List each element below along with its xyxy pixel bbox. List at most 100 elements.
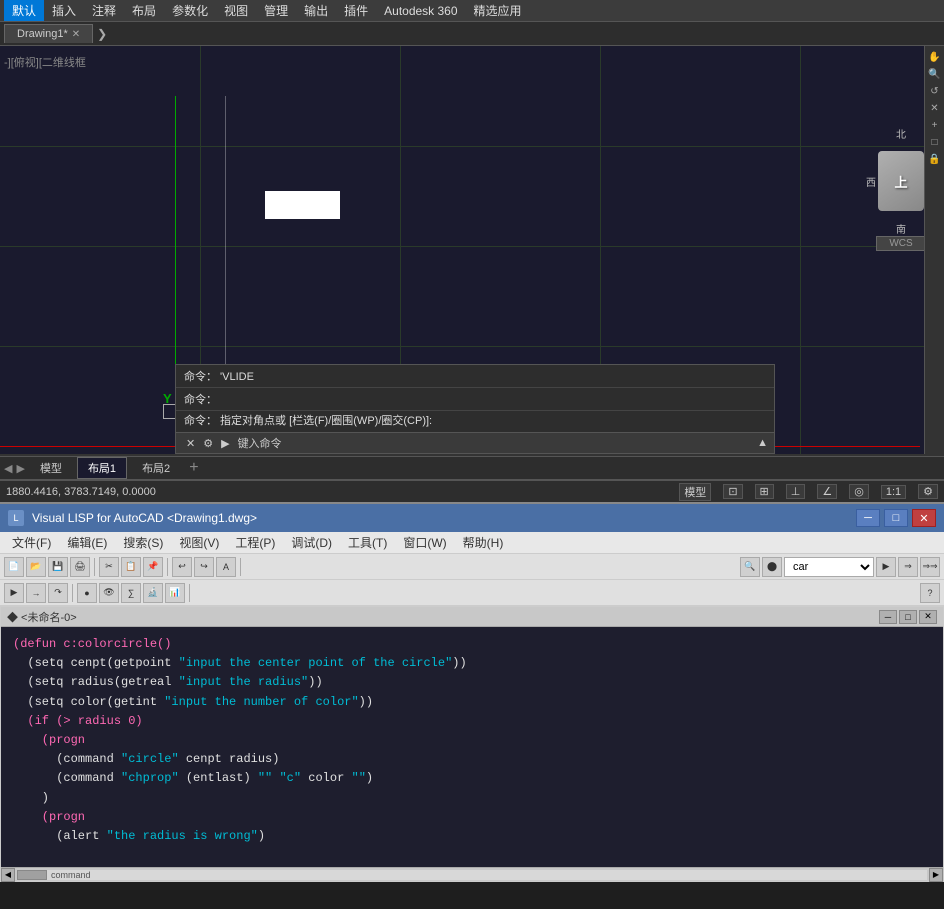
lisp-menu-window[interactable]: 窗口(W) <box>395 532 454 553</box>
tb-copy-btn[interactable]: 📋 <box>121 557 141 577</box>
tb-trace-btn[interactable]: 📊 <box>165 583 185 603</box>
tb-inspect-btn[interactable]: 🔬 <box>143 583 163 603</box>
tb-format-btn[interactable]: A <box>216 557 236 577</box>
tb-go-btn[interactable]: ▶ <box>876 557 896 577</box>
tb-break-btn[interactable]: ● <box>77 583 97 603</box>
menu-parametric[interactable]: 参数化 <box>164 0 216 21</box>
inner-minimize-btn[interactable]: ─ <box>879 610 897 624</box>
lisp-menu-search[interactable]: 搜索(S) <box>115 532 171 553</box>
orbit-tool[interactable]: ↺ <box>926 84 944 99</box>
model-space-btn[interactable]: 模型 <box>679 483 711 501</box>
menu-view[interactable]: 视图 <box>216 0 256 21</box>
scroll-left-btn[interactable]: ◀ <box>1 868 15 882</box>
lisp-title-label: Visual LISP for AutoCAD <Drawing1.dwg> <box>32 511 257 525</box>
nav-prev-btn[interactable]: ◀ <box>4 462 12 475</box>
tb-undo-btn[interactable]: ↩ <box>172 557 192 577</box>
tb-search-btn[interactable]: ⬤ <box>762 557 782 577</box>
tb-watch-btn[interactable]: 👁 <box>99 583 119 603</box>
tool-window[interactable]: □ <box>926 135 944 150</box>
menu-plugins[interactable]: 插件 <box>336 0 376 21</box>
tb-zoom-in-btn[interactable]: 🔍 <box>740 557 760 577</box>
scale-btn[interactable]: 1:1 <box>881 485 906 499</box>
command-window: 命令： 'VLIDE 命令： 命令： 指定对角点或 [栏选(F)/圈围(WP)/… <box>175 364 775 454</box>
scroll-track[interactable]: command <box>17 870 927 880</box>
osnap-btn[interactable]: ◎ <box>849 484 869 499</box>
tb-sep-2 <box>167 558 168 576</box>
lisp-menu-tools[interactable]: 工具(T) <box>340 532 395 553</box>
lisp-close-btn[interactable]: ✕ <box>912 509 936 527</box>
menu-layout[interactable]: 布局 <box>124 0 164 21</box>
tb-step-btn[interactable]: → <box>26 583 46 603</box>
command-scroll-up[interactable]: ▲ <box>757 437 768 449</box>
zoom-tool[interactable]: 🔍 <box>926 67 944 82</box>
command-input-bar[interactable]: ✕ ⚙ ▶ 键入命令 ▲ <box>176 432 774 453</box>
command-prompt-text[interactable]: 键入命令 <box>234 435 758 451</box>
tab-navigate-icon[interactable]: ❯ <box>93 27 111 41</box>
tool-lock[interactable]: 🔒 <box>926 152 944 167</box>
tb-new-btn[interactable]: 📄 <box>4 557 24 577</box>
lisp-maximize-btn[interactable]: □ <box>884 509 908 527</box>
menu-output[interactable]: 输出 <box>296 0 336 21</box>
command-line-2: 命令： <box>176 388 774 411</box>
tb-print-btn[interactable]: 🖨 <box>70 557 90 577</box>
lisp-menu-file[interactable]: 文件(F) <box>4 532 59 553</box>
tb-skip-btn[interactable]: ⇒⇒ <box>920 557 940 577</box>
tb-eval-btn[interactable]: ∑ <box>121 583 141 603</box>
tb-sep-3 <box>240 558 241 576</box>
grid-btn[interactable]: ⊞ <box>755 484 774 499</box>
code-h-scrollbar[interactable]: ◀ command ▶ <box>1 867 943 881</box>
code-editor[interactable]: (defun c:colorcircle() (setq cenpt(getpo… <box>1 627 943 867</box>
code-line-4: (setq color(getint "input the number of … <box>13 693 931 712</box>
menu-manage[interactable]: 管理 <box>256 0 296 21</box>
tab-close-icon[interactable]: ✕ <box>72 29 80 40</box>
lisp-menu-edit[interactable]: 编辑(E) <box>59 532 115 553</box>
tab-layout1[interactable]: 布局1 <box>77 457 127 479</box>
function-select[interactable]: car <box>784 557 874 577</box>
tb-redo-btn[interactable]: ↪ <box>194 557 214 577</box>
tb-run-btn[interactable]: ▶ <box>4 583 24 603</box>
polar-btn[interactable]: ∠ <box>817 484 837 499</box>
tb-cut-btn[interactable]: ✂ <box>99 557 119 577</box>
code-line-11: (alert "the radius is wrong") <box>13 827 931 846</box>
menu-default[interactable]: 默认 <box>4 0 44 21</box>
lisp-minimize-btn[interactable]: ─ <box>856 509 880 527</box>
scroll-thumb[interactable] <box>17 870 47 880</box>
inner-close-btn[interactable]: ✕ <box>919 610 937 624</box>
autocad-viewport: Y X ✕ -][俯视][二维线框 北 西 上 东 南 WCS ✋ <box>0 46 944 456</box>
nav-cube-face[interactable]: 上 <box>878 151 924 211</box>
tb-next-btn[interactable]: ⇒ <box>898 557 918 577</box>
tb-step-over-btn[interactable]: ↷ <box>48 583 68 603</box>
menu-annotation[interactable]: 注释 <box>84 0 124 21</box>
document-tab[interactable]: Drawing1* ✕ <box>4 24 93 43</box>
tool-plus[interactable]: + <box>926 118 944 133</box>
settings-btn[interactable]: ⚙ <box>918 484 938 499</box>
tb-save-btn[interactable]: 💾 <box>48 557 68 577</box>
code-line-2: (setq cenpt(getpoint "input the center p… <box>13 654 931 673</box>
nav-next-btn[interactable]: ▶ <box>16 462 24 475</box>
tool-x[interactable]: ✕ <box>926 101 944 116</box>
command-options-btn[interactable]: ⚙ <box>199 437 217 450</box>
command-arrow-btn[interactable]: ▶ <box>217 437 233 450</box>
add-layout-btn[interactable]: + <box>189 459 198 477</box>
lisp-menu-debug[interactable]: 调试(D) <box>283 532 340 553</box>
cursor-v-line <box>225 96 226 396</box>
lisp-menu-help[interactable]: 帮助(H) <box>455 532 512 553</box>
menu-autodesk360[interactable]: Autodesk 360 <box>376 2 465 20</box>
pan-tool[interactable]: ✋ <box>926 50 944 65</box>
scroll-right-btn[interactable]: ▶ <box>929 868 943 882</box>
menu-insert[interactable]: 插入 <box>44 0 84 21</box>
tab-layout2[interactable]: 布局2 <box>131 457 181 479</box>
tb-help-btn[interactable]: ? <box>920 583 940 603</box>
ortho-btn[interactable]: ⊥ <box>786 484 806 499</box>
menu-featured[interactable]: 精选应用 <box>466 0 530 21</box>
tab-model[interactable]: 模型 <box>29 457 73 479</box>
tb-paste-btn[interactable]: 📌 <box>143 557 163 577</box>
inner-maximize-btn[interactable]: □ <box>899 610 917 624</box>
tb-sep-5 <box>189 584 190 602</box>
command-close-btn[interactable]: ✕ <box>182 437 199 450</box>
tb-open-btn[interactable]: 📂 <box>26 557 46 577</box>
lisp-menu-project[interactable]: 工程(P) <box>227 532 283 553</box>
wcs-label[interactable]: WCS <box>876 236 926 251</box>
lisp-menu-view[interactable]: 视图(V) <box>171 532 227 553</box>
snap-btn[interactable]: ⊡ <box>723 484 742 499</box>
